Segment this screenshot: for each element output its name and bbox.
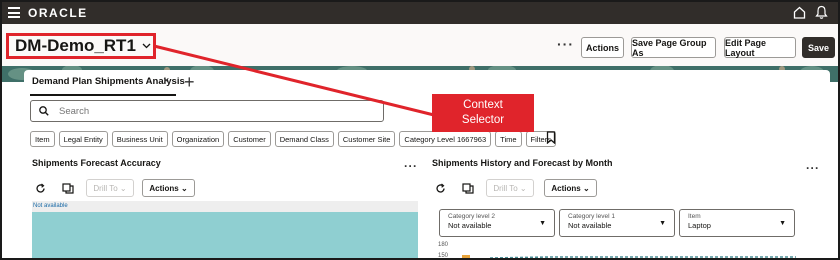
filter-chip-organization[interactable]: Organization: [171, 131, 225, 147]
dropdown-label: Category level 2: [448, 213, 495, 220]
view-toggle-icon[interactable]: [462, 182, 474, 194]
left-drill-to-label: Drill To: [93, 183, 118, 193]
caret-down-icon: ▼: [659, 220, 666, 227]
left-actions-label: Actions: [149, 183, 179, 193]
add-tab-icon[interactable]: +: [184, 72, 195, 93]
right-drill-to-label: Drill To: [493, 183, 518, 193]
filter-chip-customer[interactable]: Customer: [228, 131, 271, 147]
context-selector[interactable]: DM-Demo_RT1: [6, 33, 156, 59]
right-panel-more-icon[interactable]: ···: [806, 161, 820, 175]
callout-line-2: Selector: [461, 114, 505, 126]
oracle-logo: ORACLE: [28, 6, 88, 20]
search-box[interactable]: [30, 100, 384, 122]
dropdown-label: Category level 1: [568, 213, 615, 220]
refresh-icon[interactable]: [35, 183, 46, 194]
left-panel-title: Shipments Forecast Accuracy: [32, 158, 161, 168]
analysis-card: Demand Plan Shipments Analysis × + Item …: [24, 70, 830, 259]
filter-chip-item[interactable]: Item: [30, 131, 55, 147]
item-select[interactable]: Item Laptop ▼: [679, 209, 795, 237]
search-input[interactable]: [59, 105, 359, 117]
y-axis-tick: 180: [438, 242, 449, 248]
close-tab-icon[interactable]: ×: [163, 75, 169, 87]
filter-chip-category-level[interactable]: Category Level 1667963: [399, 131, 492, 147]
chevron-down-icon: [142, 40, 151, 52]
right-panel-title: Shipments History and Forecast by Month: [432, 158, 613, 168]
forecast-accuracy-chart-area: [32, 212, 418, 258]
category-level-1-select[interactable]: Category level 1 Not available ▼: [559, 209, 675, 237]
save-button[interactable]: Save: [802, 37, 835, 58]
right-drill-to-select[interactable]: Drill To ⌄: [486, 179, 534, 197]
right-actions-label: Actions: [551, 183, 581, 193]
filter-chips: Item Legal Entity Business Unit Organiza…: [30, 131, 556, 147]
chevron-down-icon: ⌄: [582, 183, 590, 193]
page-title: DM-Demo_RT1: [15, 36, 136, 55]
category-level-2-select[interactable]: Category level 2 Not available ▼: [439, 209, 555, 237]
refresh-icon[interactable]: [435, 183, 446, 194]
caret-down-icon: ▼: [779, 220, 786, 227]
save-page-group-as-button[interactable]: Save Page Group As: [631, 37, 716, 58]
view-toggle-icon[interactable]: [62, 182, 74, 194]
chart-header-strip: [32, 201, 418, 212]
callout-line-1: Context: [463, 99, 503, 111]
context-selector-callout: Context Selector: [432, 94, 534, 132]
history-forecast-chart-preview: [462, 255, 796, 258]
caret-down-icon: ▼: [539, 220, 546, 227]
more-options-icon[interactable]: ···: [557, 36, 574, 52]
home-icon[interactable]: [793, 6, 806, 19]
actions-button[interactable]: Actions: [581, 37, 624, 58]
global-header: ORACLE: [2, 2, 838, 24]
not-available-label: Not available: [33, 203, 68, 209]
right-actions-menu[interactable]: Actions ⌄: [544, 179, 597, 197]
left-drill-to-select[interactable]: Drill To ⌄: [86, 179, 134, 197]
search-icon: [39, 106, 49, 116]
chevron-down-icon: ⌄: [119, 183, 127, 193]
filter-chip-business-unit[interactable]: Business Unit: [111, 131, 168, 147]
tab-demand-plan-shipments-analysis[interactable]: Demand Plan Shipments Analysis: [32, 76, 185, 87]
left-panel-more-icon[interactable]: ···: [404, 159, 418, 173]
y-axis-tick: 150: [438, 253, 449, 259]
left-actions-menu[interactable]: Actions ⌄: [142, 179, 195, 197]
active-tab-indicator: [30, 94, 176, 96]
notifications-bell-icon[interactable]: [815, 5, 828, 20]
chevron-down-icon: ⌄: [180, 183, 188, 193]
filter-chip-legal-entity[interactable]: Legal Entity: [58, 131, 108, 147]
filter-chip-demand-class[interactable]: Demand Class: [274, 131, 334, 147]
page-header: DM-Demo_RT1 ··· Actions Save Page Group …: [2, 24, 838, 66]
dropdown-label: Item: [688, 213, 701, 220]
screenshot-frame: ORACLE DM-Demo_RT1 ··· Actions Save Page…: [0, 0, 840, 260]
hamburger-menu-icon[interactable]: [8, 7, 20, 18]
edit-page-layout-button[interactable]: Edit Page Layout: [724, 37, 796, 58]
filter-chip-time[interactable]: Time: [495, 131, 522, 147]
chevron-down-icon: ⌄: [519, 183, 527, 193]
filter-chip-customer-site[interactable]: Customer Site: [337, 131, 396, 147]
bookmark-icon[interactable]: [546, 131, 556, 144]
